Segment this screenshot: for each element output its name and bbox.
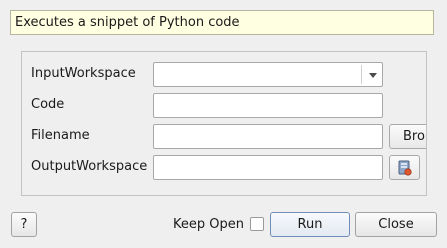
run-button[interactable]: Run (270, 212, 350, 237)
algorithm-description: Executes a snippet of Python code (10, 10, 434, 35)
code-label: Code (31, 97, 65, 112)
keep-open-checkbox[interactable] (250, 217, 264, 231)
input-workspace-label: InputWorkspace (31, 66, 136, 81)
input-workspace-combobox[interactable] (153, 62, 383, 87)
output-workspace-label: OutputWorkspace (31, 159, 148, 174)
properties-panel: InputWorkspace Code Filename Bro OutputW… (21, 51, 427, 196)
output-workspace-input[interactable] (153, 155, 383, 180)
workspace-icon (398, 160, 412, 176)
algorithm-dialog: Executes a snippet of Python code InputW… (0, 0, 447, 248)
browse-button[interactable]: Bro (389, 124, 426, 149)
close-button[interactable]: Close (355, 212, 437, 237)
keep-open-label: Keep Open (173, 217, 244, 232)
code-input[interactable] (153, 93, 383, 118)
combo-divider (361, 65, 362, 84)
chevron-down-icon[interactable] (369, 73, 377, 78)
workspace-picker-button[interactable] (389, 155, 420, 180)
filename-input[interactable] (153, 124, 383, 149)
help-button[interactable]: ? (11, 212, 37, 237)
filename-label: Filename (31, 128, 90, 143)
